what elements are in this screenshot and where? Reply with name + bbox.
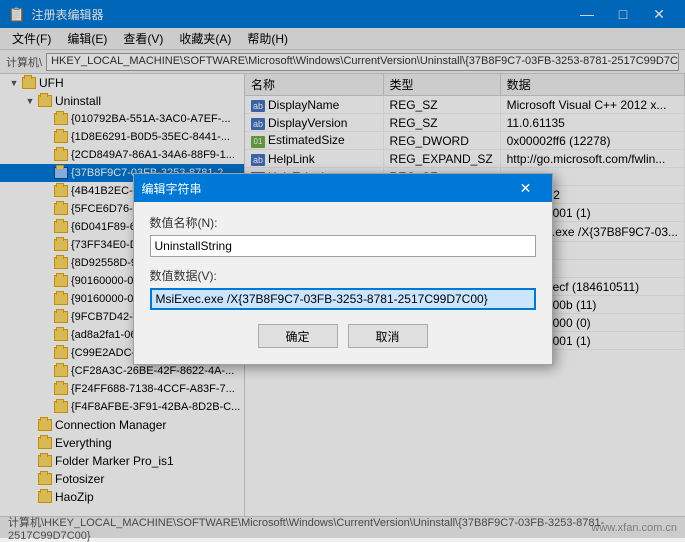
dialog-close-button[interactable]: ✕ xyxy=(508,174,544,202)
dialog-body: 数值名称(N): 数值数据(V): 确定 取消 xyxy=(134,202,552,364)
edit-string-dialog: 编辑字符串 ✕ 数值名称(N): 数值数据(V): 确定 取消 xyxy=(133,173,553,365)
dialog-name-input[interactable] xyxy=(150,235,536,257)
dialog-title: 编辑字符串 xyxy=(142,180,202,197)
dialog-title-bar[interactable]: 编辑字符串 ✕ xyxy=(134,174,552,202)
dialog-data-input[interactable] xyxy=(150,288,536,310)
modal-overlay: 编辑字符串 ✕ 数值名称(N): 数值数据(V): 确定 取消 xyxy=(0,0,685,538)
dialog-ok-button[interactable]: 确定 xyxy=(258,324,338,348)
dialog-buttons: 确定 取消 xyxy=(150,324,536,352)
dialog-data-label: 数值数据(V): xyxy=(150,267,536,284)
dialog-cancel-button[interactable]: 取消 xyxy=(348,324,428,348)
dialog-name-label: 数值名称(N): xyxy=(150,214,536,231)
